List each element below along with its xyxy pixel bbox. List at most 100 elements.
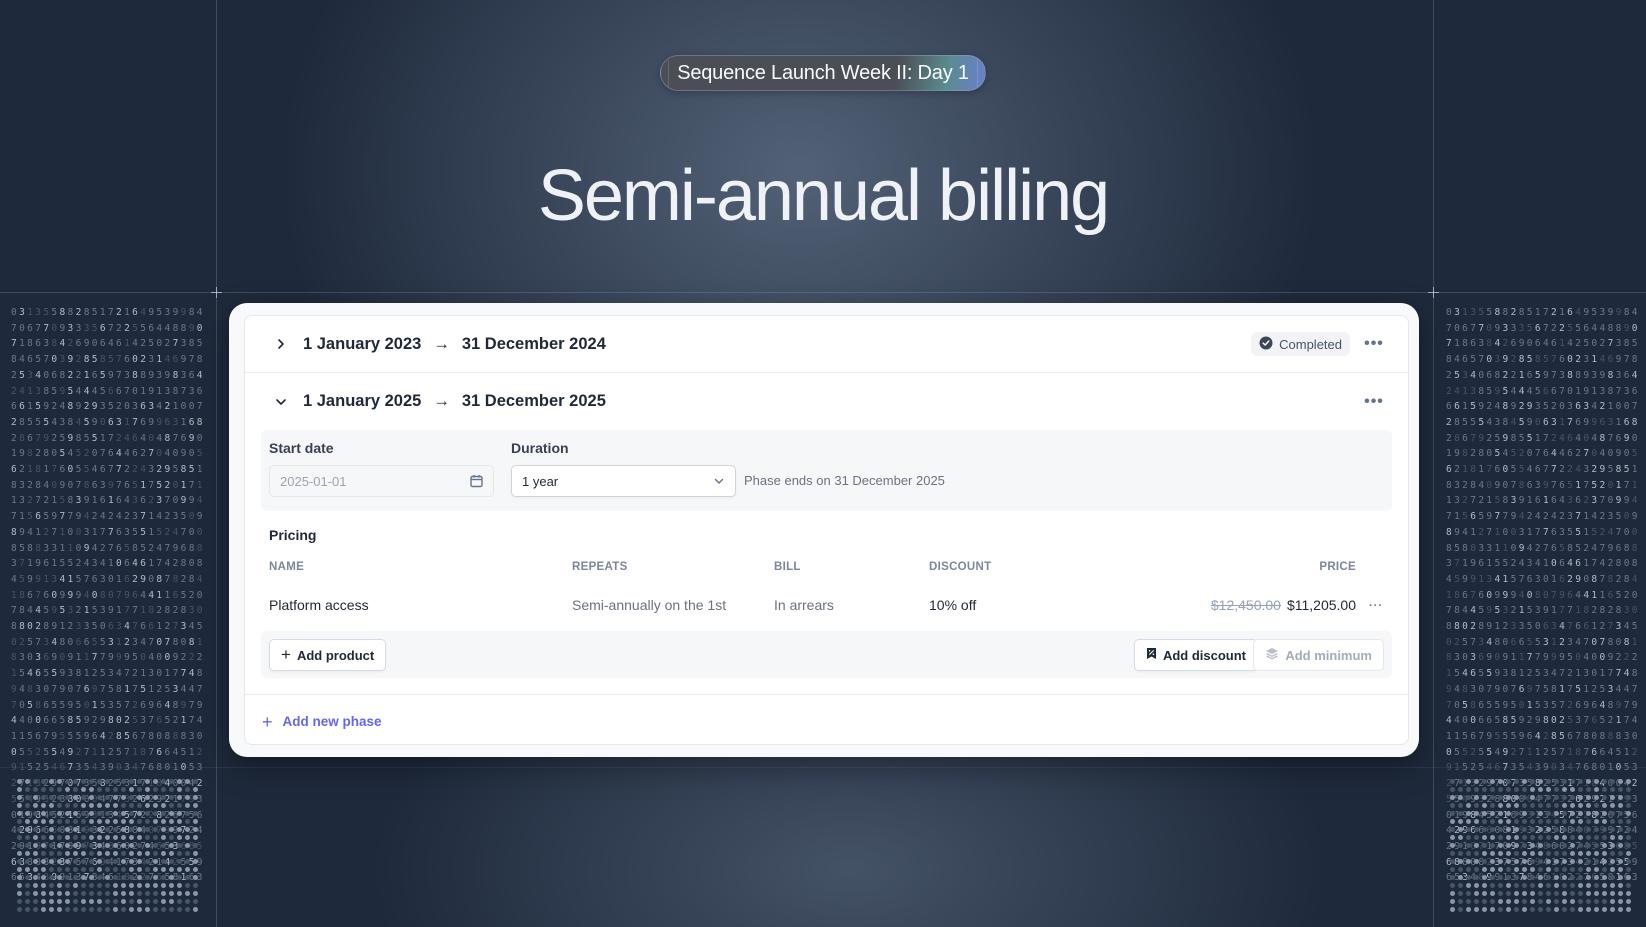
dot (1458, 899, 1463, 904)
dot (1458, 779, 1463, 784)
duration-select[interactable]: 1 year (511, 465, 736, 497)
dot (129, 875, 134, 880)
dot (129, 867, 134, 872)
dot (73, 819, 78, 824)
dot (1554, 891, 1559, 896)
ellipsis-icon[interactable]: ••• (1364, 336, 1384, 352)
dot (1506, 819, 1511, 824)
dot (1498, 779, 1503, 784)
dot (1530, 787, 1535, 792)
dot (41, 891, 46, 896)
dot (113, 787, 118, 792)
dot (17, 843, 22, 848)
dot (129, 827, 134, 832)
dot (1602, 811, 1607, 816)
table-row[interactable]: Platform access Semi-annually on the 1st… (245, 597, 1408, 617)
dot (153, 835, 158, 840)
dot (1562, 803, 1567, 808)
digit-row: 154655938125347213017748 (1446, 668, 1640, 680)
digit-row: 371961552434106461742808 (1446, 558, 1640, 570)
digit-row: 253406822165973889398364 (1446, 369, 1640, 381)
dot (105, 787, 110, 792)
calendar-icon[interactable] (470, 474, 483, 488)
dot (1594, 835, 1599, 840)
dot (1466, 835, 1471, 840)
dot (89, 859, 94, 864)
dot (177, 835, 182, 840)
dot (1618, 867, 1623, 872)
dot (1578, 819, 1583, 824)
dot (1498, 867, 1503, 872)
dot (25, 867, 30, 872)
dot (113, 875, 118, 880)
dot (153, 787, 158, 792)
dot (49, 899, 54, 904)
dot (169, 779, 174, 784)
dot (1562, 795, 1567, 800)
dot (169, 859, 174, 864)
dot (1482, 859, 1487, 864)
digit-row: 459913415763016290878284 (1446, 573, 1640, 585)
dot (57, 795, 62, 800)
dot (1570, 795, 1575, 800)
dot (25, 843, 30, 848)
dot (1554, 899, 1559, 904)
dot (17, 811, 22, 816)
dot (177, 827, 182, 832)
check-circle-icon (1259, 336, 1273, 353)
dot (89, 891, 94, 896)
dot (97, 803, 102, 808)
dot (1546, 907, 1551, 912)
dot (1594, 819, 1599, 824)
add-discount-button[interactable]: Add discount (1133, 639, 1258, 671)
dot (1450, 787, 1455, 792)
phase-row-completed[interactable]: 1 January 2023 → 31 December 2024 Comple… (245, 316, 1408, 373)
dot (1610, 819, 1615, 824)
dot (1530, 803, 1535, 808)
dot (49, 795, 54, 800)
dot (1626, 843, 1631, 848)
dot (89, 795, 94, 800)
dot (97, 907, 102, 912)
dot (1450, 883, 1455, 888)
add-new-phase-link[interactable]: + Add new phase (262, 713, 1408, 731)
dot (185, 827, 190, 832)
dot (1506, 827, 1511, 832)
dot (41, 907, 46, 912)
dot (105, 819, 110, 824)
dot (1578, 803, 1583, 808)
dot (137, 779, 142, 784)
chevron-down-icon[interactable] (273, 394, 289, 410)
dot (1450, 899, 1455, 904)
dot (73, 803, 78, 808)
start-date-input[interactable]: 2025-01-01 (269, 465, 494, 497)
dot (1530, 843, 1535, 848)
dot (1506, 907, 1511, 912)
dot (33, 859, 38, 864)
dot (41, 875, 46, 880)
dot (113, 835, 118, 840)
dot (129, 899, 134, 904)
dot (73, 907, 78, 912)
dot (1586, 875, 1591, 880)
digit-row: 440066585929802537652174 (11, 715, 205, 727)
dot (97, 787, 102, 792)
dot (1458, 811, 1463, 816)
dot (1570, 803, 1575, 808)
dot (1586, 835, 1591, 840)
chevron-right-icon[interactable] (273, 336, 289, 352)
row-ellipsis-icon[interactable]: ··· (1366, 601, 1386, 612)
dot (113, 811, 118, 816)
dot (1594, 891, 1599, 896)
dot (1450, 819, 1455, 824)
dot (25, 795, 30, 800)
dot (1530, 819, 1535, 824)
dot (1538, 899, 1543, 904)
add-product-button[interactable]: + Add product (269, 639, 387, 671)
dot (161, 843, 166, 848)
dot (1610, 867, 1615, 872)
dot (1514, 795, 1519, 800)
add-minimum-button[interactable]: Add minimum (1253, 639, 1384, 671)
phase-row-current[interactable]: 1 January 2025 → 31 December 2025 ••• (245, 373, 1408, 430)
ellipsis-icon[interactable]: ••• (1364, 393, 1384, 409)
